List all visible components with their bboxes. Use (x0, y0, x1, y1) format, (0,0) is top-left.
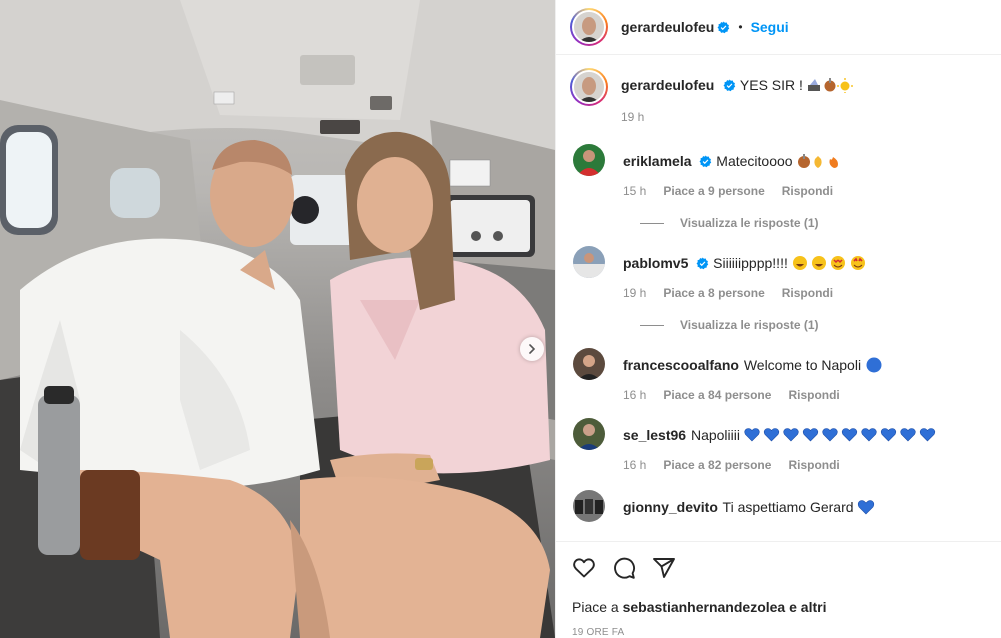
replies-divider (640, 222, 664, 224)
comment-emojis (792, 256, 865, 270)
blue-circle-emoji (866, 357, 882, 373)
view-replies-button[interactable]: Visualizza le risposte (1) (640, 216, 987, 230)
comment-emojis (798, 154, 839, 168)
heart-icon (573, 558, 595, 578)
commenter-username[interactable]: gionny_devito (623, 499, 718, 515)
post-actions: Piace a sebastianhernandezolea e altri 1… (556, 541, 1001, 638)
comment-likes[interactable]: Piace a 82 persone (663, 458, 771, 472)
comment-time: 16 h (623, 458, 647, 472)
post-caption: gerardeulofeu YES SIR ! 19 h (570, 56, 987, 124)
separator-dot: • (738, 20, 743, 34)
commenter-username[interactable]: pablomv5 (623, 255, 688, 271)
commenter-username[interactable]: francescooalfano (623, 357, 739, 373)
commenter-username[interactable]: se_lest96 (623, 427, 686, 443)
commenter-avatar[interactable] (573, 144, 605, 176)
likes-user[interactable]: sebastianhernandezolea (623, 599, 786, 615)
reply-button[interactable]: Rispondi (782, 286, 833, 300)
comment-item: se_lest96 Napoliiii 16 h Piace a 82 pers… (570, 418, 987, 472)
comment-text: Siiiiiipppp!!!! (713, 255, 788, 271)
commenter-avatar[interactable] (573, 348, 605, 380)
likes-suffix[interactable]: e altri (789, 599, 826, 615)
comment-text: Welcome to Napoli (743, 357, 862, 373)
verified-icon (699, 155, 712, 168)
view-replies-label: Visualizza le risposte (1) (680, 216, 819, 230)
caption-text: YES SIR ! (739, 77, 803, 93)
share-button[interactable] (652, 556, 676, 580)
comment-likes[interactable]: Piace a 84 persone (663, 388, 771, 402)
next-photo-button[interactable] (520, 337, 544, 361)
view-replies-label: Visualizza le risposte (1) (680, 318, 819, 332)
likes-summary: Piace a sebastianhernandezolea e altri (572, 599, 985, 615)
post-side-panel: gerardeulofeu • Segui gerardeulofeu YES … (555, 0, 1001, 638)
post-photo[interactable] (0, 0, 555, 638)
commenter-avatar[interactable] (573, 490, 605, 522)
author-username[interactable]: gerardeulofeu (621, 19, 714, 35)
reply-button[interactable]: Rispondi (788, 458, 839, 472)
blue-hearts-emojis (744, 428, 935, 442)
post-header: gerardeulofeu • Segui (556, 0, 1001, 55)
reply-button[interactable]: Rispondi (782, 184, 833, 198)
comment-likes[interactable]: Piace a 9 persone (663, 184, 764, 198)
follow-button[interactable]: Segui (751, 19, 789, 35)
blue-heart-emoji (858, 500, 875, 515)
commenter-username[interactable]: eriklamela (623, 153, 692, 169)
replies-divider (640, 324, 664, 326)
like-button[interactable] (572, 556, 596, 580)
comment-time: 19 h (623, 286, 647, 300)
commenter-avatar[interactable] (573, 246, 605, 278)
comment-text: Napoliiii (690, 427, 740, 443)
comment-icon (614, 557, 635, 579)
caption-username[interactable]: gerardeulofeu (621, 77, 714, 93)
comment-text: Ti aspettiamo Gerard (722, 499, 854, 515)
verified-icon (696, 257, 709, 270)
verified-icon (723, 79, 736, 92)
caption-avatar[interactable] (570, 68, 608, 106)
post-time-ago: 19 ORE FA (572, 627, 625, 638)
view-replies-button[interactable]: Visualizza le risposte (1) (640, 318, 987, 332)
comment-likes[interactable]: Piace a 8 persone (663, 286, 764, 300)
author-avatar[interactable] (570, 8, 608, 46)
caption-emojis (807, 78, 853, 93)
comments-list[interactable]: gerardeulofeu YES SIR ! 19 h eriklamela … (556, 56, 1001, 541)
comment-time: 16 h (623, 388, 647, 402)
verified-icon (717, 21, 730, 33)
comment-time: 15 h (623, 184, 647, 198)
caption-time: 19 h (621, 110, 645, 124)
comment-item: francescooalfano Welcome to Napoli 16 h … (570, 348, 987, 402)
commenter-avatar[interactable] (573, 418, 605, 450)
comment-item: gionny_devito Ti aspettiamo Gerard (570, 490, 987, 522)
photo-illustration (0, 0, 555, 638)
likes-prefix: Piace a (572, 599, 619, 615)
comment-text: Matecitoooo (716, 153, 793, 169)
comment-item: eriklamela Matecitoooo 15 h Piace a 9 pe… (570, 144, 987, 198)
chevron-right-icon (529, 344, 536, 354)
share-icon (653, 558, 675, 578)
reply-button[interactable]: Rispondi (788, 388, 839, 402)
comment-button[interactable] (612, 556, 636, 580)
comment-item: pablomv5 Siiiiiipppp!!!! 19 h Piace a 8 … (570, 246, 987, 300)
